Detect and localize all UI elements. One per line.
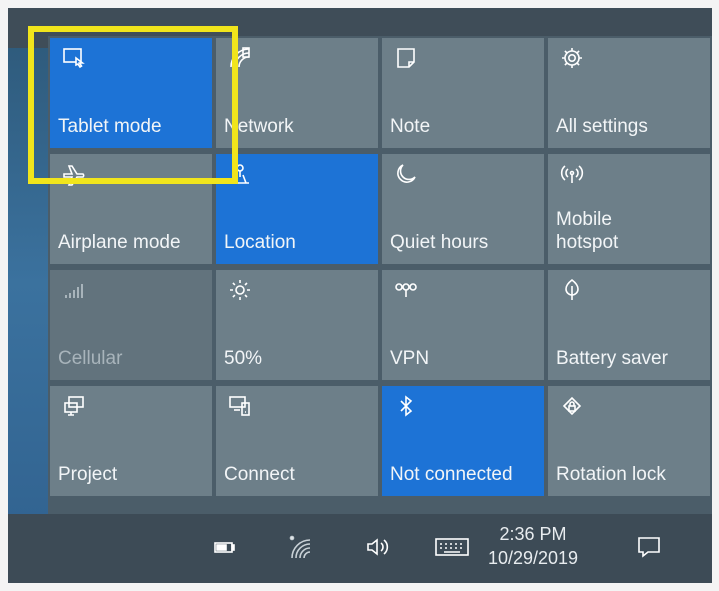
tile-vpn[interactable]: VPN — [382, 270, 544, 380]
brightness-icon — [226, 276, 254, 304]
keyboard-icon[interactable] — [432, 532, 472, 562]
wifi-icon[interactable] — [286, 532, 316, 562]
clock-date: 10/29/2019 — [487, 548, 579, 568]
clock[interactable]: 2:36 PM 10/29/2019 — [478, 522, 588, 570]
clock-time: 2:36 PM — [499, 524, 567, 544]
vpn-icon — [392, 276, 420, 304]
tile-label: Tablet mode — [58, 116, 162, 137]
tile-label: Quiet hours — [390, 232, 489, 253]
network-icon — [226, 44, 254, 72]
rotation-lock-icon — [558, 392, 586, 420]
tile-label: Mobile hotspot — [556, 209, 619, 253]
volume-icon[interactable] — [362, 532, 392, 562]
tile-label: Project — [58, 464, 118, 485]
tile-quiet-hours[interactable]: Quiet hours — [382, 154, 544, 264]
hotspot-icon — [558, 160, 586, 188]
battery-icon[interactable] — [210, 532, 240, 562]
tablet-mode-icon — [60, 44, 88, 72]
tile-note[interactable]: Note — [382, 38, 544, 148]
moon-icon — [392, 160, 420, 188]
tile-location[interactable]: Location — [216, 154, 378, 264]
quick-actions-panel: Tablet mode Network Note All settings Ai… — [48, 36, 712, 516]
tile-label: Connect — [224, 464, 295, 485]
note-icon — [392, 44, 420, 72]
connect-icon — [226, 392, 254, 420]
tile-tablet-mode[interactable]: Tablet mode — [50, 38, 212, 148]
tile-label: Not connected — [390, 464, 513, 485]
tile-project[interactable]: Project — [50, 386, 212, 496]
screen: Tablet mode Network Note All settings Ai… — [8, 8, 712, 583]
tile-airplane-mode[interactable]: Airplane mode — [50, 154, 212, 264]
tile-label: Location — [224, 232, 296, 253]
tile-rotation-lock[interactable]: Rotation lock — [548, 386, 710, 496]
tile-label: Battery saver — [556, 348, 668, 369]
cellular-signal-icon — [60, 276, 88, 304]
location-icon — [226, 160, 254, 188]
project-icon — [60, 392, 88, 420]
battery-saver-icon — [558, 276, 586, 304]
gear-icon — [558, 44, 586, 72]
bluetooth-icon — [392, 392, 420, 420]
tile-bluetooth[interactable]: Not connected — [382, 386, 544, 496]
tile-label: Network — [224, 116, 294, 137]
tile-connect[interactable]: Connect — [216, 386, 378, 496]
tile-label: All settings — [556, 116, 648, 137]
tile-brightness[interactable]: 50% — [216, 270, 378, 380]
tile-cellular[interactable]: Cellular — [50, 270, 212, 380]
tile-battery-saver[interactable]: Battery saver — [548, 270, 710, 380]
tile-label: VPN — [390, 348, 430, 369]
tile-all-settings[interactable]: All settings — [548, 38, 710, 148]
tile-label: Cellular — [58, 348, 123, 369]
action-center-icon[interactable] — [634, 532, 664, 562]
taskbar: 2:36 PM 10/29/2019 — [8, 514, 712, 583]
tile-label: Airplane mode — [58, 232, 181, 253]
tile-mobile-hotspot[interactable]: Mobile hotspot — [548, 154, 710, 264]
airplane-icon — [60, 160, 88, 188]
desktop-edge — [8, 48, 48, 518]
tile-label: 50% — [224, 348, 263, 369]
tile-network[interactable]: Network — [216, 38, 378, 148]
tile-label: Note — [390, 116, 431, 137]
tile-label: Rotation lock — [556, 464, 666, 485]
